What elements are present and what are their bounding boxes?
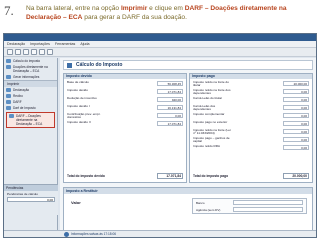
- menu-ferramentas[interactable]: Ferramentas: [55, 42, 75, 46]
- sidebar-item-darf-eca[interactable]: DARF – Doações diretamente na Declaração…: [6, 112, 55, 128]
- valor-label: Valor: [71, 200, 81, 205]
- sidebar-category-imprimir[interactable]: Imprimir: [4, 80, 57, 87]
- irpf-app-window: Declaração Importações Ferramentas Ajuda…: [3, 33, 317, 238]
- sidebar-item-doacoes[interactable]: Doações diretamente na Declaração – ECA: [4, 64, 57, 74]
- panel-header: Imposto a Restituir: [64, 188, 312, 194]
- save-icon[interactable]: [23, 49, 29, 55]
- value-field[interactable]: 0,00: [283, 145, 309, 150]
- page-title: Cálculo do Imposto: [76, 62, 123, 68]
- bank-label: Banco: [196, 201, 205, 205]
- instruction-caption: Na barra lateral, entre na opção Imprimi…: [26, 4, 314, 22]
- step-number: 7.: [4, 3, 14, 18]
- total-value: 20.000,00: [283, 173, 309, 179]
- main-header: Cálculo do Imposto: [63, 60, 313, 70]
- document-icon: [6, 75, 11, 79]
- calculator-icon: [67, 63, 72, 68]
- status-bar: Informações salvas às 17:18:06: [4, 230, 316, 237]
- printer-icon: [6, 100, 11, 104]
- imposto-pago-panel: Imposto pago Imposto retido na fonte do …: [189, 73, 313, 183]
- value-field[interactable]: 17.071,84: [157, 89, 183, 94]
- printer-icon: [6, 106, 11, 110]
- value-field[interactable]: 0,00: [283, 129, 309, 134]
- agency-input[interactable]: [233, 207, 303, 212]
- print-icon[interactable]: [31, 49, 37, 55]
- value-field[interactable]: 0,00: [283, 137, 309, 142]
- printer-icon: [9, 114, 14, 118]
- transmit-icon[interactable]: [39, 49, 45, 55]
- agency-label: Agência (sem DV): [196, 208, 221, 212]
- menu-importacoes[interactable]: Importações: [30, 42, 50, 46]
- field-row: Imposto devido II 17.071,84: [67, 120, 183, 126]
- value-field[interactable]: 0,00: [283, 97, 309, 102]
- pendencias-panel: Pendências Pendências de cálculo 0,00: [4, 184, 58, 215]
- title-bar: [4, 34, 316, 41]
- field-row: Imposto devido I 16.131,84: [67, 104, 183, 110]
- sidebar-item-gerar[interactable]: Gerar informações: [4, 74, 57, 80]
- status-text: Informações salvas às 17:18:06: [71, 232, 117, 236]
- restituir-panel: Imposto a Restituir Valor Banco Agência …: [63, 187, 313, 231]
- caption-text-1: Na barra lateral, entre na opção: [26, 5, 121, 12]
- printer-icon: [6, 94, 11, 98]
- field-row: Carnê-Leão do titular 0,00: [193, 96, 309, 102]
- value-field[interactable]: 0,00: [283, 121, 309, 126]
- bank-input[interactable]: [233, 200, 303, 205]
- caption-imprimir: Imprimir: [120, 5, 148, 12]
- value-field[interactable]: 940,00: [157, 97, 183, 102]
- help-icon[interactable]: [47, 49, 53, 55]
- field-row: Base de cálculo 56.308,45: [67, 80, 183, 86]
- sidebar-item-darf-imposto[interactable]: Darf de Imposto: [4, 105, 57, 111]
- toolbar: [4, 48, 316, 57]
- value-field[interactable]: 0,00: [283, 105, 309, 110]
- gift-icon: [6, 65, 11, 69]
- field-row: Imposto pago no exterior 0,00: [193, 120, 309, 126]
- value-field[interactable]: 17.071,84: [157, 121, 183, 126]
- menu-ajuda[interactable]: Ajuda: [80, 42, 89, 46]
- imposto-devido-panel: Imposto devido Base de cálculo 56.308,45 …: [63, 73, 187, 183]
- value-field[interactable]: 16.131,84: [157, 105, 183, 110]
- value-field[interactable]: 0,00: [283, 113, 309, 118]
- total-row: Total do imposto devido 17.071,84: [67, 173, 183, 179]
- field-row: Imposto retido na fonte dos dependentes 0…: [193, 88, 309, 96]
- caption-text-3: para gerar a DARF da sua doação.: [82, 14, 187, 21]
- field-row: Carnê-Leão dos dependentes 0,00: [193, 104, 309, 112]
- field-row: Imposto retido na fonte (Lei nº 11.033/2…: [193, 128, 309, 136]
- new-icon[interactable]: [7, 49, 13, 55]
- field-row: Imposto complementar 0,00: [193, 112, 309, 118]
- total-row: Total do imposto pago 20.000,00: [193, 173, 309, 179]
- caption-text-2: e clique em: [147, 5, 185, 12]
- pendencias-value: 0,00: [7, 197, 55, 202]
- value-field[interactable]: 20.000,00: [283, 81, 309, 86]
- field-row: Imposto devido 17.071,84: [67, 88, 183, 94]
- field-row: Contribuição prev. empr. doméstico 0,00: [67, 112, 183, 120]
- menu-bar: Declaração Importações Ferramentas Ajuda: [4, 41, 316, 48]
- field-row: Imposto pago – ganhos de capital 0,00: [193, 136, 309, 144]
- value-field[interactable]: 0,00: [283, 89, 309, 94]
- menu-declaracao[interactable]: Declaração: [7, 42, 25, 46]
- printer-icon: [6, 88, 11, 92]
- bank-box: Banco Agência (sem DV): [192, 198, 307, 214]
- value-field[interactable]: 0,00: [157, 113, 183, 118]
- field-row: Dedução de incentivo 940,00: [67, 96, 183, 102]
- field-row: Imposto retido RRA 0,00: [193, 144, 309, 150]
- value-field[interactable]: 56.308,45: [157, 81, 183, 86]
- open-icon[interactable]: [15, 49, 21, 55]
- info-icon: [64, 232, 69, 237]
- field-row: Imposto retido na fonte do titular 20.000…: [193, 80, 309, 88]
- calculator-icon: [6, 59, 11, 63]
- main-content: Cálculo do Imposto Imposto devido Base d…: [60, 58, 316, 237]
- total-value: 17.071,84: [157, 173, 183, 179]
